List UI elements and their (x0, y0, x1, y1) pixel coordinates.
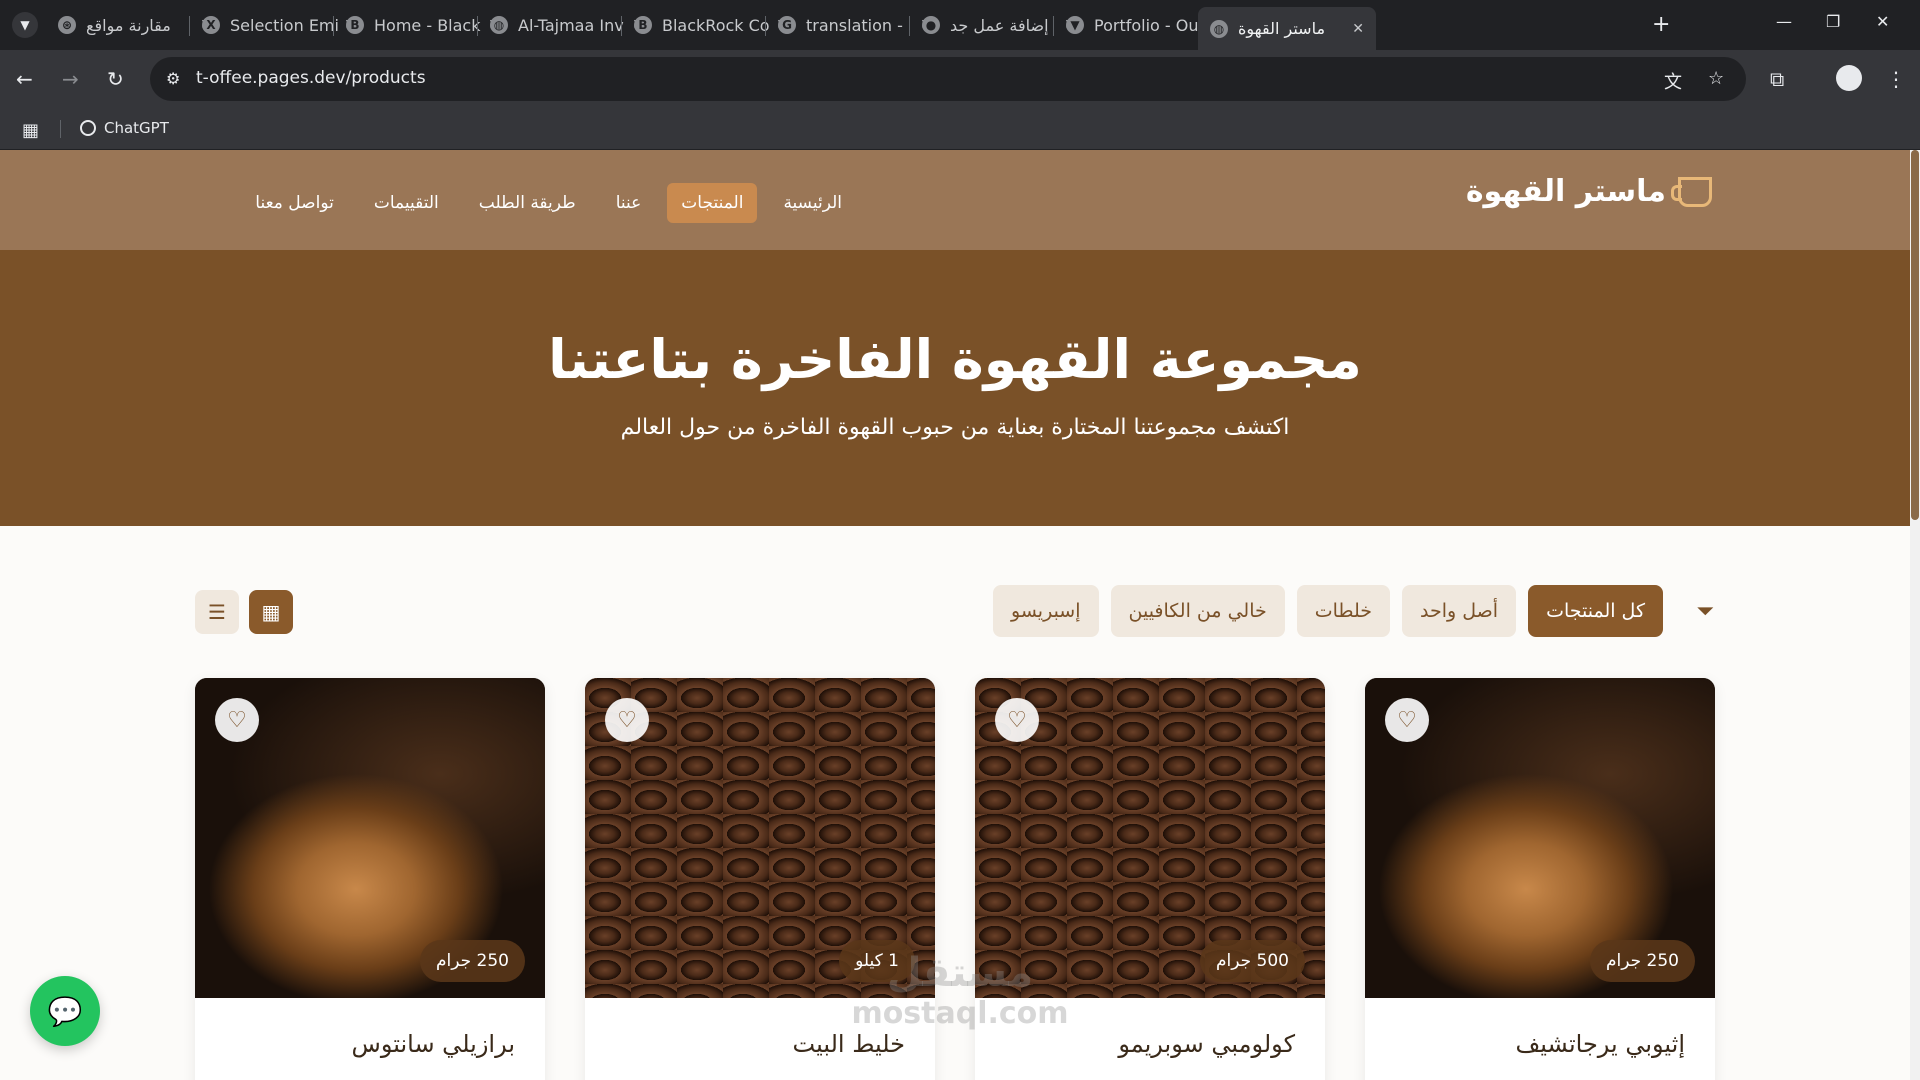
list-view-button[interactable]: ☰ (195, 590, 239, 634)
filter-chip[interactable]: خالي من الكافيين (1110, 585, 1285, 637)
scrollbar-thumb[interactable] (1911, 150, 1919, 520)
google-icon: G (778, 16, 796, 34)
browser-toolbar: ← → ↻ ⚙ t-offee.pages.dev/products 文 ☆ ⧉… (0, 50, 1920, 108)
bookmark-star-icon[interactable]: ☆ (1708, 68, 1724, 89)
site-logo[interactable]: ماستر القهوة (1466, 174, 1712, 209)
favorite-heart-icon[interactable]: ♡ (605, 698, 649, 742)
grid-icon: ▦ (261, 600, 281, 624)
hero-subtitle: اكتشف مجموعتنا المختارة بعناية من حبوب ا… (620, 415, 1290, 440)
minimize-icon[interactable]: — (1776, 12, 1792, 31)
filter-chip[interactable]: أصل واحد (1402, 585, 1517, 637)
menu-kebab-icon[interactable]: ⋮ (1886, 67, 1906, 91)
globe-icon: ◍ (490, 16, 508, 34)
reload-icon[interactable]: ↻ (107, 67, 124, 91)
chevron-down-icon: ▼ (20, 18, 30, 32)
weight-badge: 250 جرام (1590, 940, 1695, 982)
translate-icon[interactable]: 文 (1664, 68, 1682, 94)
view-toggle: ☰ ▦ (195, 590, 293, 634)
nav-link[interactable]: الرئيسية (769, 183, 856, 223)
favorite-heart-icon[interactable]: ♡ (215, 698, 259, 742)
tab-close-icon[interactable]: ✕ (1352, 21, 1364, 37)
filter-chips: كل المنتجات أصل واحد خلطات خالي من الكافيين… (993, 585, 1663, 637)
openai-icon: ⊛ (58, 16, 76, 34)
filter-chip[interactable]: إسبريسو (993, 585, 1099, 637)
circle-icon: ● (922, 16, 940, 34)
bookmarks-divider (60, 120, 61, 138)
browser-tab[interactable]: ◍ ماستر القهوة ✕ (1198, 7, 1376, 50)
logo-text: ماستر القهوة (1465, 174, 1666, 209)
weight-badge: 500 جرام (1200, 940, 1305, 982)
list-icon: ☰ (208, 600, 226, 624)
main-navigation: الرئيسية المنتجات عننا طريقة الطلب التقييمات… (196, 180, 856, 226)
tab-title: Home - Black (374, 15, 481, 35)
filter-chip[interactable]: خلطات (1296, 585, 1391, 637)
b-logo-icon: B (634, 16, 652, 34)
filter-bar: ⏷ كل المنتجات أصل واحد خلطات خالي من الكافي… (0, 585, 1910, 637)
web-page: ماستر القهوة الرئيسية المنتجات عننا طريقة ا… (0, 150, 1920, 1080)
bookmark-label: ChatGPT (104, 119, 169, 137)
filter-funnel-icon: ⏷ (1696, 599, 1714, 624)
product-card[interactable]: ♡ 250 جرام برازيلي سانتوس (195, 678, 545, 1080)
nav-link[interactable]: المنتجات (667, 183, 758, 223)
tab-search-button[interactable]: ▼ (12, 12, 38, 38)
tab-title: Al-Tajmaa Inv (518, 15, 624, 35)
forward-icon[interactable]: → (62, 67, 79, 91)
coffee-cup-icon (1671, 176, 1712, 207)
watermark-domain: mostaql.com (851, 996, 1069, 1031)
chat-button[interactable]: 💬 (30, 976, 100, 1046)
product-name: خليط البيت (792, 1030, 905, 1058)
nav-link[interactable]: تواصل معنا (241, 183, 348, 223)
restore-icon[interactable]: ❐ (1826, 12, 1840, 31)
openai-icon (80, 120, 96, 136)
tab-title: translation - (806, 15, 903, 35)
globe-icon: ◍ (1210, 19, 1228, 38)
nav-link[interactable]: طريقة الطلب (465, 183, 590, 223)
nav-link[interactable]: عننا (602, 183, 656, 223)
browser-tab-strip: ▼ ⊛ مقارنة مواقع ✕ X Selection Emi ✕ B Home - B… (0, 0, 1920, 50)
filter-chip[interactable]: كل المنتجات (1528, 585, 1663, 637)
x-logo-icon: X (202, 16, 220, 34)
tab-title: BlackRock Co (662, 15, 770, 35)
chat-bubble-icon: 💬 (47, 994, 83, 1028)
watermark: مستقل mostaql.com (840, 950, 1080, 1031)
extensions-icon[interactable]: ⧉ (1770, 67, 1784, 91)
page-scrollbar[interactable] (1910, 150, 1920, 1080)
v-logo-icon: ▼ (1066, 16, 1084, 34)
tab-title: Portfolio - Ou (1094, 15, 1199, 35)
site-info-icon[interactable]: ⚙ (166, 69, 180, 88)
back-icon[interactable]: ← (16, 67, 33, 91)
hero-title: مجموعة القهوة الفاخرة بتاعتنا (548, 328, 1362, 391)
favorite-heart-icon[interactable]: ♡ (995, 698, 1039, 742)
weight-badge: 250 جرام (420, 940, 525, 982)
favorite-heart-icon[interactable]: ♡ (1385, 698, 1429, 742)
nav-link[interactable]: التقييمات (360, 183, 453, 223)
b-logo-icon: B (346, 16, 364, 34)
tab-title: إضافة عمل جد (950, 15, 1049, 35)
product-name: كولومبي سوبريمو (1118, 1030, 1295, 1058)
grid-view-button[interactable]: ▦ (249, 590, 293, 634)
product-card[interactable]: ♡ 250 جرام إثيوبي يرجاتشيف (1365, 678, 1715, 1080)
new-tab-button[interactable]: + (1652, 12, 1670, 37)
hero-section: مجموعة القهوة الفاخرة بتاعتنا اكتشف مجمو… (0, 250, 1910, 526)
bookmark-chatgpt[interactable]: ChatGPT (80, 119, 169, 137)
tab-title: مقارنة مواقع (86, 15, 171, 35)
site-header: ماستر القهوة الرئيسية المنتجات عننا طريقة ا… (0, 150, 1910, 250)
profile-avatar[interactable] (1836, 65, 1862, 91)
bookmarks-bar: ▦ ChatGPT (0, 108, 1920, 150)
product-name: برازيلي سانتوس (351, 1030, 515, 1058)
product-name: إثيوبي يرجاتشيف (1515, 1030, 1685, 1058)
watermark-arabic: مستقل (886, 950, 1034, 996)
close-window-icon[interactable]: ✕ (1876, 12, 1889, 31)
url-text[interactable]: t-offee.pages.dev/products (196, 68, 426, 88)
address-bar[interactable]: ⚙ t-offee.pages.dev/products 文 ☆ (150, 57, 1746, 101)
tab-title: Selection Emi (230, 15, 339, 35)
apps-grid-icon[interactable]: ▦ (22, 120, 39, 141)
tab-title: ماستر القهوة (1238, 19, 1326, 38)
